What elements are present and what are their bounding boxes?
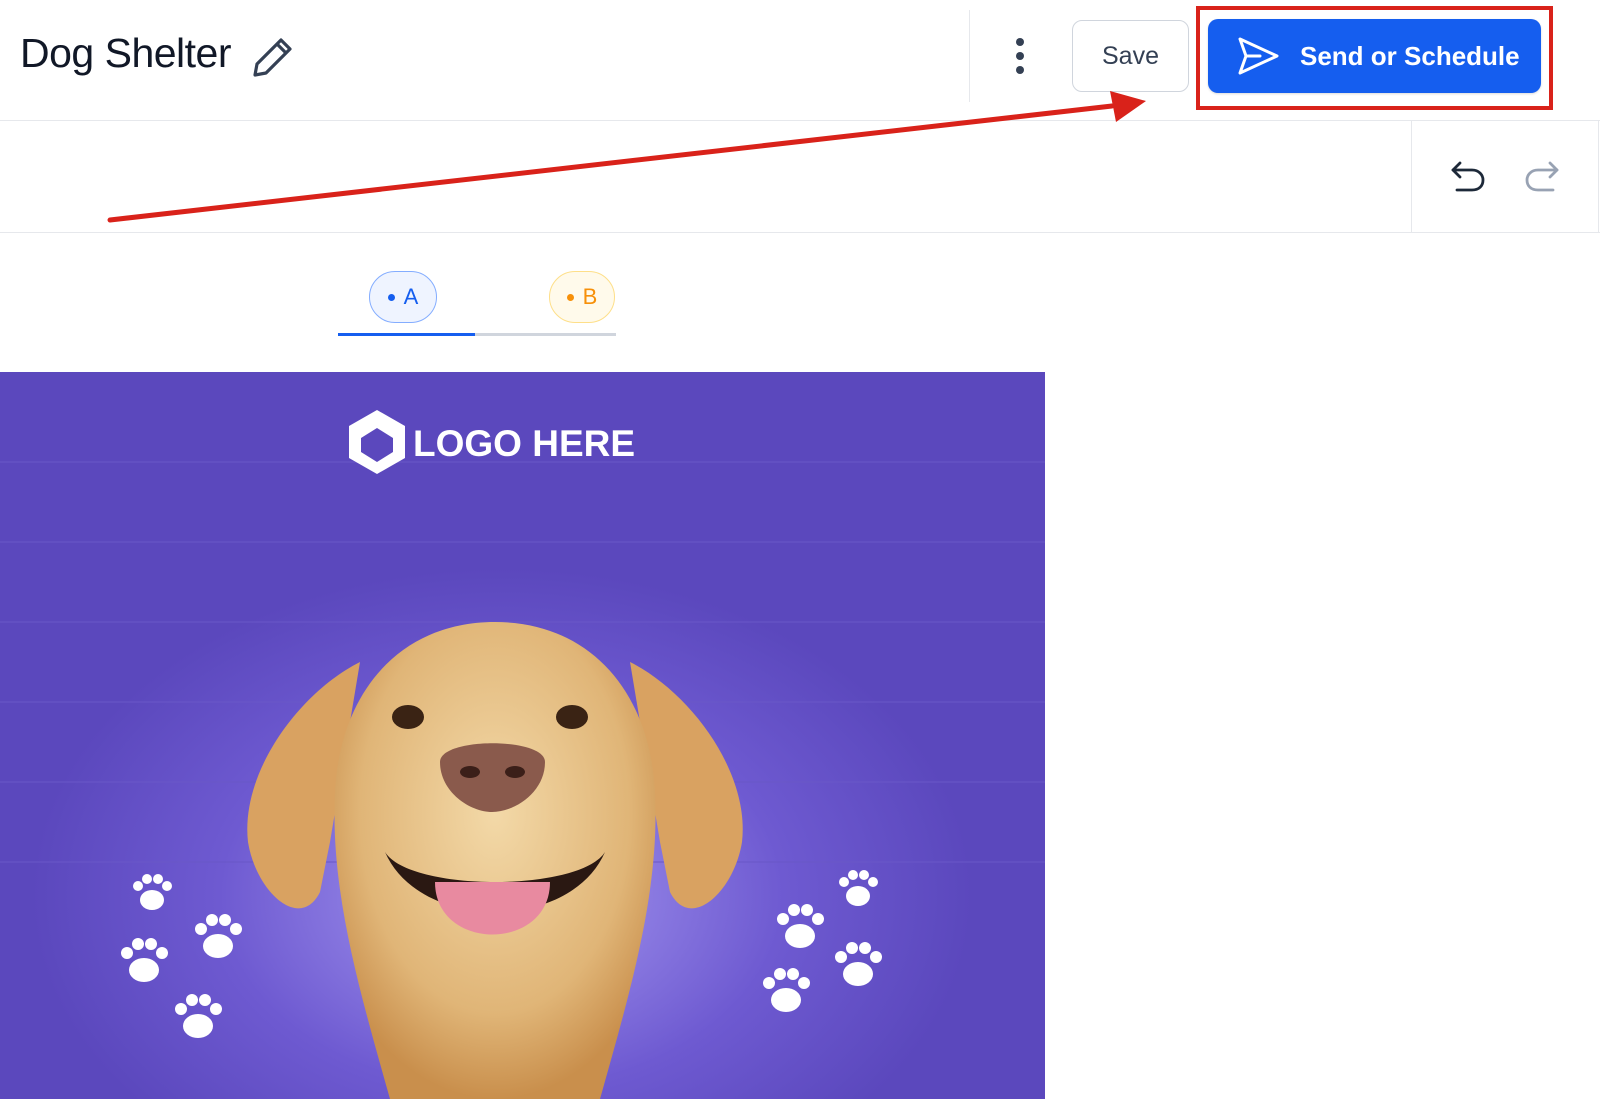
header-divider [969,10,970,102]
variant-tab-track [338,333,616,336]
variant-a-label: A [403,284,419,309]
send-or-schedule-button[interactable]: Send or Schedule [1208,19,1541,93]
kebab-menu-icon[interactable] [996,30,1044,82]
variant-tab-a[interactable]: A [369,271,437,323]
undo-icon[interactable] [1448,155,1488,195]
toolbar-divider [1411,121,1412,232]
redo-icon[interactable] [1522,155,1562,195]
variant-a-dot [387,293,395,301]
variant-tab-b[interactable]: B [549,271,615,323]
page-title[interactable]: Dog Shelter [20,30,232,77]
pencil-icon[interactable] [250,34,296,80]
save-button[interactable]: Save [1072,20,1189,92]
editor-header: Dog Shelter Save Send or Schedule [0,0,1600,121]
send-button-label: Send or Schedule [1300,40,1520,71]
variant-b-label: B [582,284,598,309]
logo-text: LOGO HERE [413,423,635,464]
variant-tab-indicator [338,333,475,336]
toolbar-edge [1598,121,1599,232]
variant-b-dot [566,293,574,301]
email-header-image[interactable]: LOGO HERE [0,372,1045,1099]
paper-plane-icon [1238,37,1279,75]
editor-toolbar [0,121,1600,233]
